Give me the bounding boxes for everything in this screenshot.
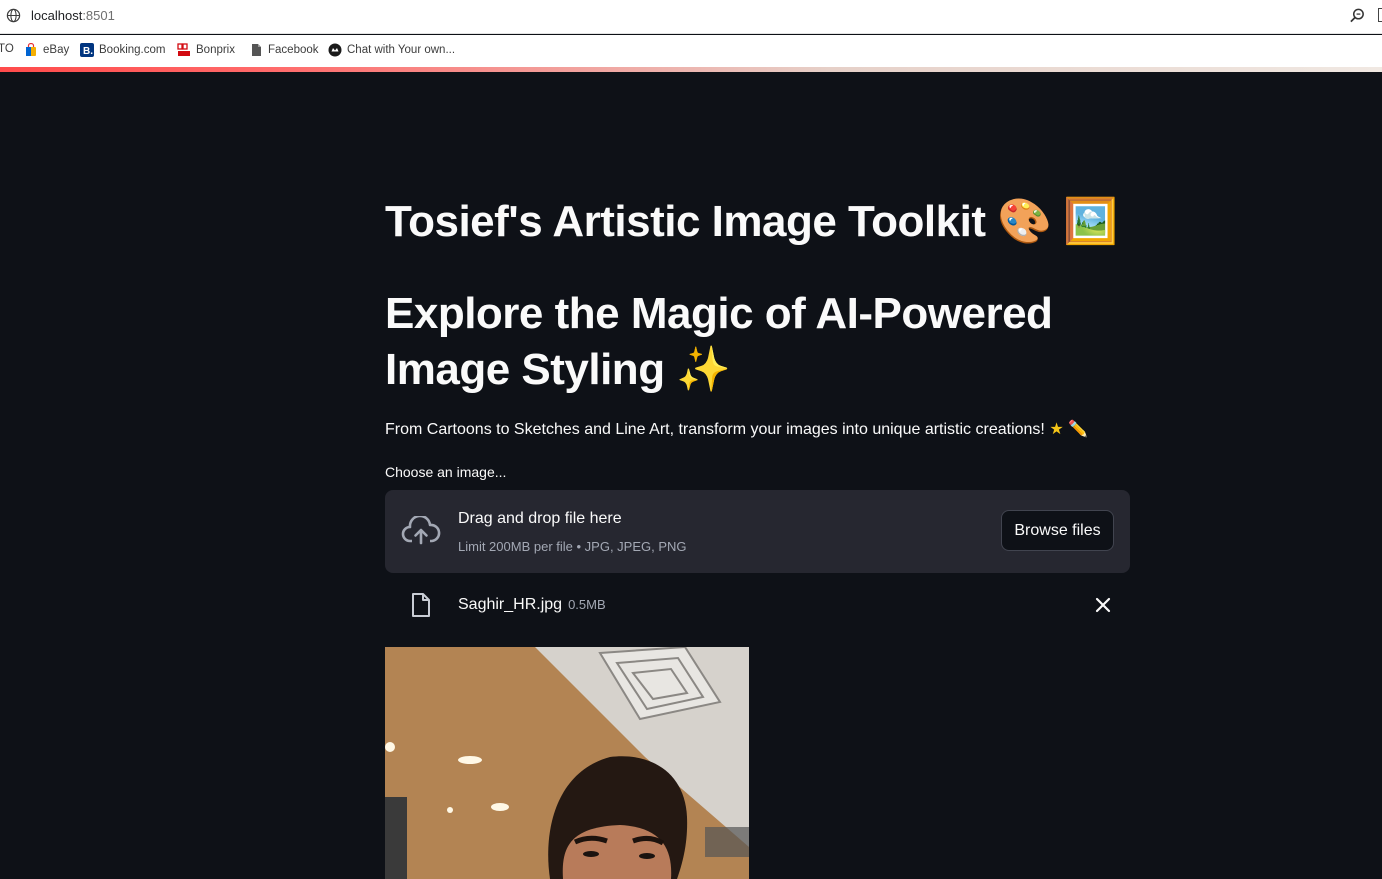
file-icon bbox=[412, 593, 430, 617]
bookmark-cut-off[interactable]: TO bbox=[0, 43, 14, 55]
file-size: 0.5MB bbox=[568, 597, 606, 612]
file-dropzone[interactable]: Drag and drop file here Limit 200MB per … bbox=[385, 490, 1130, 573]
star-icon: ★ bbox=[1049, 421, 1064, 438]
bookmark-label: Bonprix bbox=[196, 44, 235, 56]
page-description: From Cartoons to Sketches and Line Art, … bbox=[385, 419, 1088, 439]
url-port: :8501 bbox=[82, 8, 115, 23]
remove-file-close-icon[interactable] bbox=[1094, 596, 1112, 614]
bookmark-label: Facebook bbox=[268, 44, 319, 56]
bookmark-bonprix[interactable]: Bonprix bbox=[177, 43, 235, 57]
url-field[interactable]: localhost:8501 bbox=[31, 8, 115, 23]
bookmark-booking[interactable]: B. Booking.com bbox=[80, 43, 165, 57]
browse-files-button[interactable]: Browse files bbox=[1001, 510, 1114, 551]
bookmark-facebook[interactable]: Facebook bbox=[249, 43, 319, 57]
booking-b-icon: B. bbox=[80, 43, 94, 57]
uploaded-file-name: Saghir_HR.jpg 0.5MB bbox=[458, 596, 606, 614]
page-subtitle: Explore the Magic of AI-Powered Image St… bbox=[385, 289, 1053, 394]
globe-icon bbox=[6, 8, 21, 23]
file-name-text: Saghir_HR.jpg bbox=[458, 596, 563, 613]
uploaded-file-row: Saghir_HR.jpg 0.5MB bbox=[385, 582, 1130, 627]
bookmark-label: TO bbox=[0, 43, 14, 55]
chat-logo-icon bbox=[328, 43, 342, 57]
pencil-icon: ✏️ bbox=[1068, 421, 1089, 438]
cloud-upload-icon bbox=[401, 516, 441, 545]
bookmarks-bar: TO eBay B. Booking.com Bonprix Facebook bbox=[0, 35, 1382, 67]
page-title: Tosief's Artistic Image Toolkit 🎨 🖼️ bbox=[385, 197, 1118, 246]
url-host: localhost bbox=[31, 8, 83, 23]
bookmark-chat[interactable]: Chat with Your own... bbox=[328, 43, 455, 57]
uploaded-image-preview bbox=[385, 647, 749, 879]
bookmark-label: Chat with Your own... bbox=[347, 44, 456, 56]
description-text: From Cartoons to Sketches and Line Art, … bbox=[385, 421, 1050, 438]
dropzone-title: Drag and drop file here bbox=[458, 510, 622, 527]
app-main: Tosief's Artistic Image Toolkit 🎨 🖼️ Exp… bbox=[0, 72, 1382, 879]
shopping-bag-icon bbox=[26, 43, 36, 56]
bookmark-ebay[interactable]: eBay bbox=[24, 43, 69, 57]
bookmark-label: eBay bbox=[43, 44, 70, 56]
dropzone-limit: Limit 200MB per file • JPG, JPEG, PNG bbox=[458, 539, 687, 554]
document-icon bbox=[252, 44, 261, 56]
zoom-icon[interactable] bbox=[1349, 7, 1366, 24]
svg-text:B.: B. bbox=[83, 46, 93, 57]
browser-address-bar: localhost:8501 bbox=[0, 0, 1382, 34]
uploader-label: Choose an image... bbox=[385, 464, 507, 480]
sidebar-toggle-icon[interactable] bbox=[1378, 8, 1382, 22]
bookmark-label: Booking.com bbox=[99, 44, 166, 56]
bonprix-icon bbox=[177, 43, 190, 56]
